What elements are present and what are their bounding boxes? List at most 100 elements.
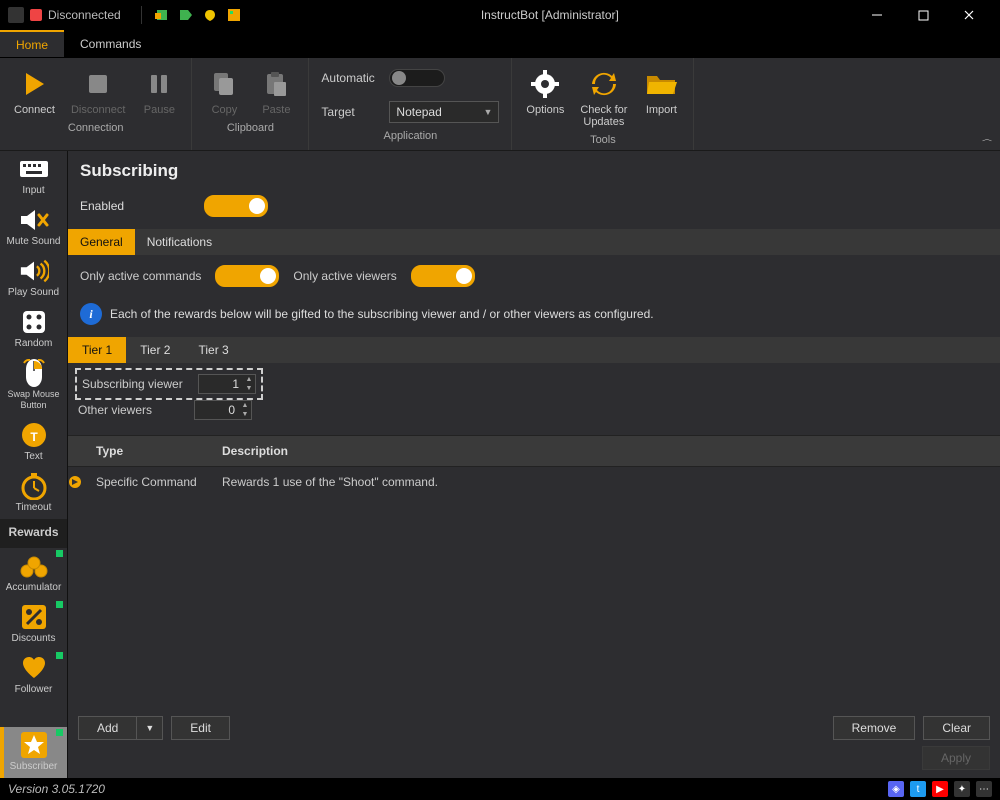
folder-icon bbox=[643, 66, 679, 102]
tier-tab-1[interactable]: Tier 1 bbox=[68, 337, 126, 363]
subtabs: General Notifications bbox=[68, 229, 1000, 255]
enabled-toggle[interactable] bbox=[204, 195, 268, 217]
automatic-toggle[interactable] bbox=[389, 69, 445, 87]
sidebar-item-discounts[interactable]: Discounts bbox=[0, 599, 67, 650]
apply-button[interactable]: Apply bbox=[922, 746, 990, 770]
connect-button[interactable]: Connect bbox=[10, 64, 59, 118]
quick-icon-2[interactable] bbox=[178, 7, 194, 23]
tab-home[interactable]: Home bbox=[0, 30, 64, 57]
ribbon-group-connection: Connect Disconnect Pause Connection bbox=[0, 58, 192, 150]
step-up-icon[interactable]: ▲ bbox=[243, 375, 255, 384]
connect-label: Connect bbox=[14, 104, 55, 116]
target-value: Notepad bbox=[396, 105, 441, 119]
import-label: Import bbox=[646, 104, 677, 116]
connection-plug-icon bbox=[30, 9, 42, 21]
pause-button[interactable]: Pause bbox=[137, 64, 181, 118]
paste-button[interactable]: Paste bbox=[254, 64, 298, 118]
disconnect-button[interactable]: Disconnect bbox=[67, 64, 129, 118]
status-dot bbox=[56, 550, 63, 557]
add-button[interactable]: Add ▼ bbox=[78, 716, 163, 740]
sidebar-item-accumulator[interactable]: Accumulator bbox=[0, 548, 67, 599]
other-viewers-stepper[interactable]: 0 ▲▼ bbox=[194, 400, 252, 420]
heart-icon bbox=[19, 654, 49, 682]
import-button[interactable]: Import bbox=[639, 64, 683, 118]
mouse-icon bbox=[19, 359, 49, 387]
only-active-viewers-toggle[interactable] bbox=[411, 265, 475, 287]
copy-button[interactable]: Copy bbox=[202, 64, 246, 118]
title-bar: Disconnected InstructBot [Administrator] bbox=[0, 0, 1000, 30]
sidebar-item-mute-sound[interactable]: Mute Sound bbox=[0, 202, 67, 253]
tier-tabs: Tier 1 Tier 2 Tier 3 bbox=[68, 337, 1000, 363]
sidebar-item-input[interactable]: Input bbox=[0, 151, 67, 202]
other-viewers-value: 0 bbox=[195, 401, 239, 419]
subtab-general[interactable]: General bbox=[68, 229, 135, 255]
close-button[interactable] bbox=[946, 0, 992, 30]
version-text: Version 3.05.1720 bbox=[8, 782, 105, 796]
quick-icon-1[interactable] bbox=[154, 7, 170, 23]
group-label-clipboard: Clipboard bbox=[227, 122, 274, 134]
main-tabstrip: Home Commands bbox=[0, 30, 1000, 58]
percent-icon bbox=[19, 603, 49, 631]
paste-label: Paste bbox=[262, 104, 290, 116]
speaker-icon bbox=[19, 257, 49, 285]
sidebar-item-text[interactable]: T Text bbox=[0, 417, 67, 468]
pause-label: Pause bbox=[144, 104, 175, 116]
step-down-icon[interactable]: ▼ bbox=[243, 384, 255, 393]
svg-text:T: T bbox=[30, 430, 38, 444]
status-dot bbox=[56, 729, 63, 736]
discord-icon[interactable]: ◈ bbox=[888, 781, 904, 797]
extra-icon-2[interactable]: ⋯ bbox=[976, 781, 992, 797]
separator bbox=[141, 6, 142, 24]
row-icon bbox=[68, 475, 86, 489]
sidebar-item-subscriber[interactable]: Subscriber bbox=[0, 727, 67, 778]
options-button[interactable]: Options bbox=[522, 64, 568, 118]
subscribing-viewer-stepper[interactable]: 1 ▲▼ bbox=[198, 374, 256, 394]
sidebar-label: Subscriber bbox=[10, 761, 58, 772]
th-description[interactable]: Description bbox=[212, 436, 298, 466]
ribbon-group-tools: Options Check for Updates Import Tools bbox=[512, 58, 694, 150]
row-description: Rewards 1 use of the "Shoot" command. bbox=[212, 475, 448, 489]
sidebar-item-follower[interactable]: Follower bbox=[0, 650, 67, 701]
chevron-down-icon[interactable]: ▼ bbox=[137, 723, 162, 733]
quick-icon-4[interactable] bbox=[226, 7, 242, 23]
star-icon bbox=[19, 731, 49, 759]
remove-button[interactable]: Remove bbox=[833, 716, 916, 740]
target-dropdown[interactable]: Notepad ▼ bbox=[389, 101, 499, 123]
only-active-commands-toggle[interactable] bbox=[215, 265, 279, 287]
tier-tab-3[interactable]: Tier 3 bbox=[184, 337, 242, 363]
tier-tab-2[interactable]: Tier 2 bbox=[126, 337, 184, 363]
only-active-commands-label: Only active commands bbox=[80, 269, 201, 283]
ribbon-collapse-icon[interactable]: ︿ bbox=[982, 134, 992, 143]
clear-button[interactable]: Clear bbox=[923, 716, 990, 740]
th-type[interactable]: Type bbox=[86, 436, 212, 466]
twitter-icon[interactable]: t bbox=[910, 781, 926, 797]
disconnect-label: Disconnect bbox=[71, 104, 125, 116]
sidebar-label: Mute Sound bbox=[7, 236, 61, 247]
sidebar-label: Discounts bbox=[12, 633, 56, 644]
extra-icon-1[interactable]: ✦ bbox=[954, 781, 970, 797]
table-row[interactable]: Specific Command Rewards 1 use of the "S… bbox=[68, 467, 1000, 497]
edit-button[interactable]: Edit bbox=[171, 716, 230, 740]
paste-icon bbox=[258, 66, 294, 102]
stop-icon bbox=[80, 66, 116, 102]
check-updates-button[interactable]: Check for Updates bbox=[576, 64, 631, 130]
automatic-label: Automatic bbox=[321, 71, 381, 85]
text-icon: T bbox=[19, 421, 49, 449]
sidebar-label: Text bbox=[24, 451, 42, 462]
subtab-notifications[interactable]: Notifications bbox=[135, 229, 224, 255]
quick-icon-3[interactable] bbox=[202, 7, 218, 23]
tab-commands[interactable]: Commands bbox=[64, 30, 157, 57]
check-updates-label: Check for Updates bbox=[580, 104, 627, 128]
only-active-viewers-label: Only active viewers bbox=[293, 269, 396, 283]
minimize-button[interactable] bbox=[854, 0, 900, 30]
sidebar-item-timeout[interactable]: Timeout bbox=[0, 468, 67, 519]
sidebar-item-random[interactable]: Random bbox=[0, 304, 67, 355]
youtube-icon[interactable]: ▶ bbox=[932, 781, 948, 797]
sidebar-item-play-sound[interactable]: Play Sound bbox=[0, 253, 67, 304]
stopwatch-icon bbox=[19, 472, 49, 500]
step-up-icon[interactable]: ▲ bbox=[239, 401, 251, 410]
maximize-button[interactable] bbox=[900, 0, 946, 30]
step-down-icon[interactable]: ▼ bbox=[239, 410, 251, 419]
sidebar-item-swap-mouse[interactable]: Swap Mouse Button bbox=[0, 355, 67, 417]
refresh-icon bbox=[586, 66, 622, 102]
